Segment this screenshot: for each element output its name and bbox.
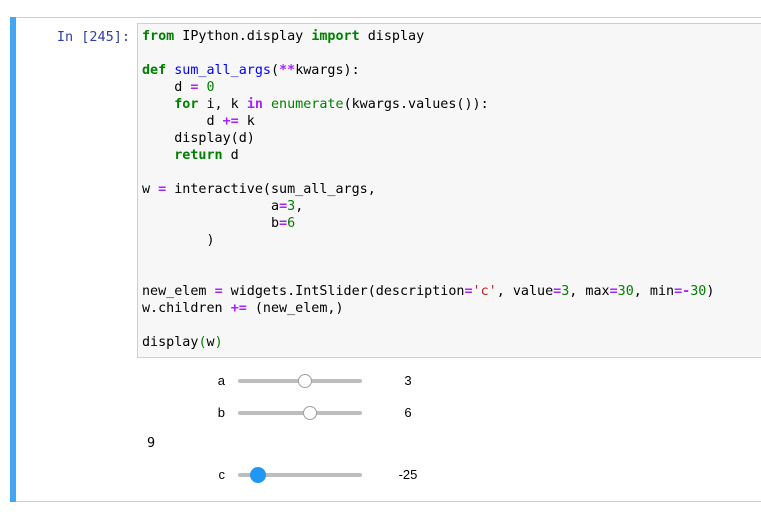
code-text[interactable]: from IPython.display import display def … [142, 28, 714, 351]
code-line-6: d += k [142, 114, 255, 129]
code-line-19: display(w) [142, 335, 223, 350]
slider-c-label: c [218, 467, 226, 482]
slider-b-value[interactable]: 6 [378, 405, 438, 420]
slider-b-handle[interactable] [303, 406, 317, 420]
code-line-12: b=6 [142, 216, 296, 231]
code-line-13: ) [142, 233, 215, 248]
code-line-8: return d [174, 148, 239, 163]
input-prompt: In [245]: [56, 29, 130, 45]
code-line-5: for i, k in enumerate(kwargs.values()): [174, 97, 489, 112]
slider-a-label: a [217, 373, 225, 388]
slider-b-track[interactable] [238, 411, 362, 415]
code-line-4: d = 0 [142, 80, 215, 95]
code-editor[interactable]: from IPython.display import display def … [137, 23, 761, 358]
slider-c-value[interactable]: -25 [378, 467, 438, 482]
code-line-11: a=3, [142, 199, 304, 214]
slider-b-label: b [217, 405, 225, 420]
display-output-value: 9 [147, 435, 156, 451]
slider-a-value[interactable]: 3 [378, 373, 438, 388]
code-line-16: new_elem = widgets.IntSlider(description… [142, 284, 715, 299]
code-line-3: def sum_all_args(**kwargs): [142, 63, 360, 78]
code-line-1: from IPython.display import display [142, 29, 425, 44]
slider-a-handle[interactable] [298, 374, 312, 388]
cell-selection-bar [10, 17, 16, 502]
code-line-7: display(d) [142, 131, 255, 146]
code-line-10: w = interactive(sum_all_args, [142, 182, 376, 197]
code-line-17: w.children += (new_elem,) [142, 301, 344, 316]
